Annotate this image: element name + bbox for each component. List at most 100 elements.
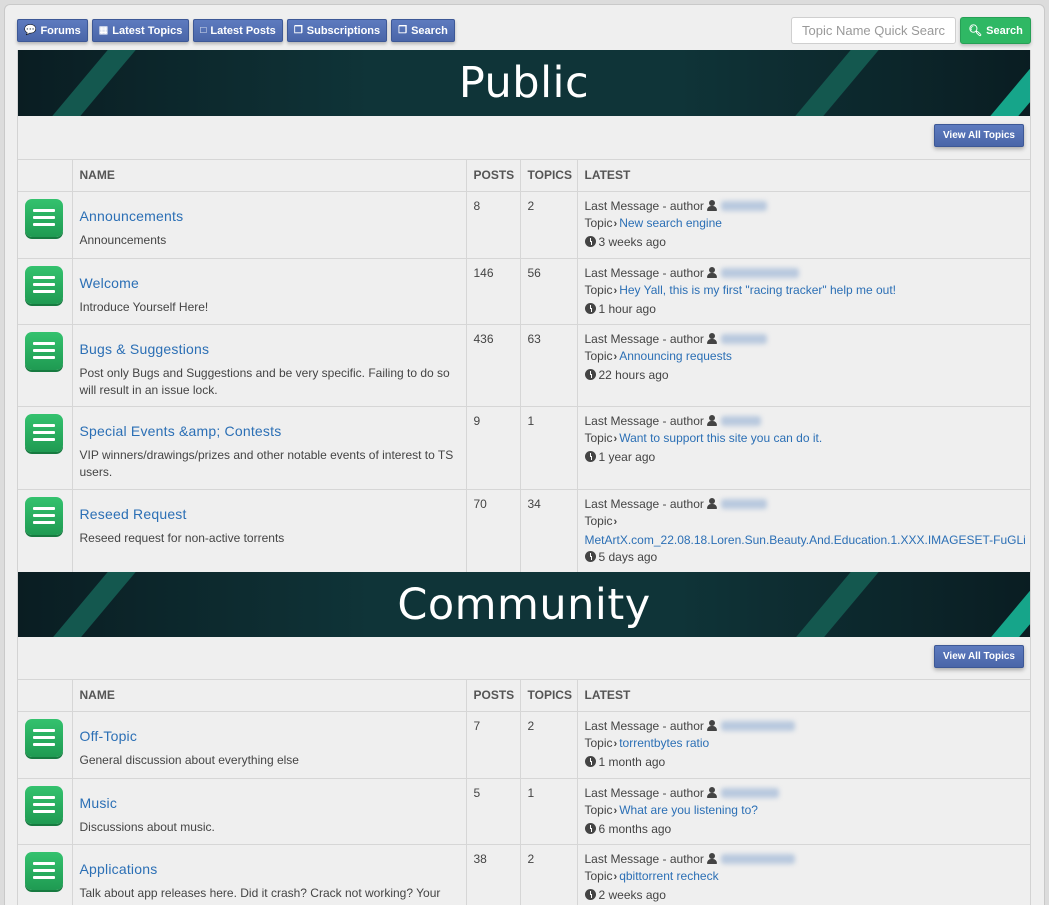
clock-icon [584, 368, 596, 380]
forum-name-link[interactable]: Applications [80, 861, 459, 877]
author-name-redacted[interactable] [720, 854, 795, 865]
view-all-topics-button[interactable]: View All Topics [933, 124, 1024, 147]
subscriptions-button-label: Subscriptions [306, 24, 381, 37]
forum-name-link[interactable]: Welcome [80, 275, 459, 291]
latest-cell: Last Message - author Topic› torrentbytes… [577, 711, 1030, 779]
latest-topic-link[interactable]: What are you listening to? [619, 803, 758, 817]
latest-posts-button[interactable]: □ Latest Posts [193, 19, 283, 42]
forum-description: VIP winners/drawings/prizes and other no… [79, 447, 454, 479]
last-message-label: Last Message - author [584, 265, 704, 280]
chevron-right-icon: › [613, 285, 618, 297]
chevron-right-icon: › [613, 871, 618, 883]
icon-column-header [18, 160, 73, 192]
topic-label: Topic [584, 869, 613, 883]
user-icon [706, 266, 717, 278]
author-name-redacted[interactable] [720, 201, 767, 212]
clock-icon [584, 450, 596, 462]
author-name-redacted[interactable] [720, 721, 795, 732]
forum-description: Talk about app releases here. Did it cra… [79, 885, 441, 900]
user-icon [706, 719, 717, 731]
search-nav-button-label: Search [411, 24, 448, 37]
last-message-label: Last Message - author [584, 496, 704, 511]
latest-topic-link[interactable]: New search engine [619, 216, 722, 230]
icon-column-header [18, 680, 73, 712]
time-ago: 5 days ago [598, 550, 658, 564]
category-public: Public View All Topics NAME POSTS TOPICS… [17, 50, 1031, 574]
table-row: Announcements Announcements 8 2 Last Mes… [18, 191, 1030, 259]
forum-table: NAME POSTS TOPICS LATEST Off-Topic Gener… [18, 680, 1030, 905]
forum-list-icon [25, 851, 63, 890]
posts-count: 7 [466, 711, 521, 779]
clock-icon [584, 235, 596, 247]
name-column-header: NAME [72, 680, 467, 712]
latest-topics-button-label: Latest Topics [112, 24, 183, 37]
forum-description: Post only Bugs and Suggestions and be ve… [79, 365, 450, 397]
topics-count: 56 [520, 258, 578, 325]
forum-list-icon [25, 265, 63, 304]
author-name-redacted[interactable] [720, 268, 799, 279]
forum-list-icon [25, 413, 63, 452]
search-nav-button[interactable]: ❐ Search [391, 19, 455, 42]
top-nav: 💬 Forums ▦ Latest Topics □ Latest Posts … [17, 19, 455, 42]
latest-topics-button[interactable]: ▦ Latest Topics [91, 19, 190, 42]
topic-label: Topic [584, 349, 613, 363]
last-message-label: Last Message - author [584, 413, 704, 428]
latest-cell: Last Message - author Topic› New search e… [577, 191, 1030, 259]
forums-button-label: Forums [40, 24, 81, 37]
latest-cell: Last Message - author Topic› Want to supp… [577, 406, 1030, 490]
forum-name-link[interactable]: Music [80, 795, 459, 811]
table-row: Music Discussions about music. 5 1 Last … [18, 778, 1030, 845]
table-row: Bugs & Suggestions Post only Bugs and Su… [18, 324, 1030, 407]
topics-count: 2 [520, 191, 578, 259]
forum-name-link[interactable]: Reseed Request [80, 506, 459, 522]
subscriptions-button[interactable]: ❐ Subscriptions [286, 19, 388, 42]
search-icon: 🔍︎ [968, 25, 983, 37]
user-icon [706, 332, 717, 344]
posts-count: 9 [466, 406, 521, 490]
last-message-label: Last Message - author [584, 785, 704, 800]
forum-description: General discussion about everything else [79, 752, 299, 767]
user-icon [706, 852, 717, 864]
forum-name-link[interactable]: Off-Topic [80, 728, 459, 744]
search-button[interactable]: 🔍︎ Search [960, 17, 1031, 44]
forum-table: NAME POSTS TOPICS LATEST Announcements A… [18, 160, 1030, 574]
latest-column-header: LATEST [577, 160, 1030, 192]
category-community: Community View All Topics NAME POSTS TOP… [17, 572, 1031, 905]
forum-description: Introduce Yourself Here! [79, 299, 209, 314]
table-row: Welcome Introduce Yourself Here! 146 56 … [18, 258, 1030, 325]
copy-icon: ❐ [398, 24, 408, 36]
author-name-redacted[interactable] [720, 499, 767, 510]
topic-quick-search-input[interactable] [791, 17, 956, 44]
latest-topic-link[interactable]: Hey Yall, this is my first "racing track… [619, 283, 896, 297]
latest-topic-link[interactable]: MetArtX.com_22.08.18.Loren.Sun.Beauty.An… [585, 533, 1026, 547]
author-name-redacted[interactable] [720, 788, 779, 799]
time-ago: 2 weeks ago [598, 887, 666, 902]
category-title: Public [458, 58, 590, 108]
posts-count: 8 [466, 191, 521, 259]
forum-name-link[interactable]: Bugs & Suggestions [80, 341, 459, 357]
forum-name-link[interactable]: Announcements [80, 208, 459, 224]
forum-list-icon [25, 718, 63, 757]
latest-cell: Last Message - author Topic› What are you… [577, 778, 1030, 845]
latest-topic-link[interactable]: Announcing requests [619, 349, 732, 363]
user-icon [706, 497, 717, 509]
time-ago: 22 hours ago [598, 367, 669, 382]
topic-label: Topic [584, 431, 613, 445]
forums-button[interactable]: 💬 Forums [17, 19, 88, 42]
latest-topic-link[interactable]: Want to support this site you can do it. [619, 431, 822, 445]
view-all-topics-button[interactable]: View All Topics [933, 645, 1024, 668]
topics-count: 1 [520, 778, 578, 845]
author-name-redacted[interactable] [720, 334, 767, 345]
latest-topic-link[interactable]: qbittorrent recheck [619, 869, 718, 883]
table-header-row: NAME POSTS TOPICS LATEST [18, 160, 1030, 192]
forum-name-link[interactable]: Special Events &amp; Contests [80, 423, 459, 439]
user-icon [706, 414, 717, 426]
latest-topic-link[interactable]: torrentbytes ratio [619, 736, 709, 750]
time-ago: 1 hour ago [598, 301, 656, 316]
posts-column-header: POSTS [466, 160, 521, 192]
category-banner: Community [18, 572, 1030, 637]
forum-description: Discussions about music. [79, 819, 215, 834]
author-name-redacted[interactable] [720, 416, 761, 427]
posts-count: 436 [466, 324, 521, 407]
topic-label: Topic [584, 514, 613, 528]
